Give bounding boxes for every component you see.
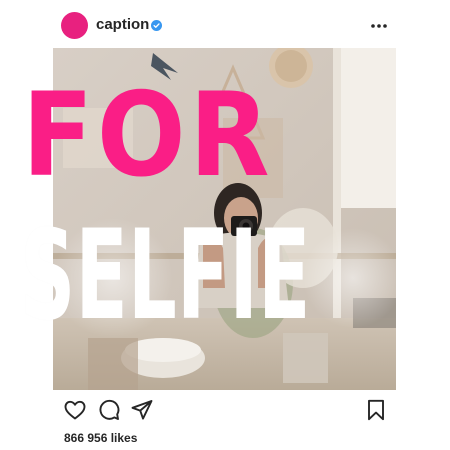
verified-badge-icon	[151, 20, 162, 31]
instagram-post: caption FOR SELFIE 866 956 likes	[0, 0, 450, 450]
avatar[interactable]	[61, 12, 88, 39]
comment-icon[interactable]	[97, 398, 121, 422]
likes-count[interactable]: 866 956 likes	[64, 431, 137, 445]
selfie-photo-illustration	[53, 48, 396, 390]
username[interactable]: caption	[96, 16, 149, 34]
post-photo[interactable]	[53, 48, 396, 390]
more-horizontal-icon[interactable]	[368, 17, 390, 35]
send-icon[interactable]	[130, 398, 154, 422]
post-header: caption	[0, 0, 450, 48]
action-bar	[0, 398, 450, 426]
bookmark-icon[interactable]	[364, 398, 388, 422]
heart-icon[interactable]	[63, 398, 87, 422]
